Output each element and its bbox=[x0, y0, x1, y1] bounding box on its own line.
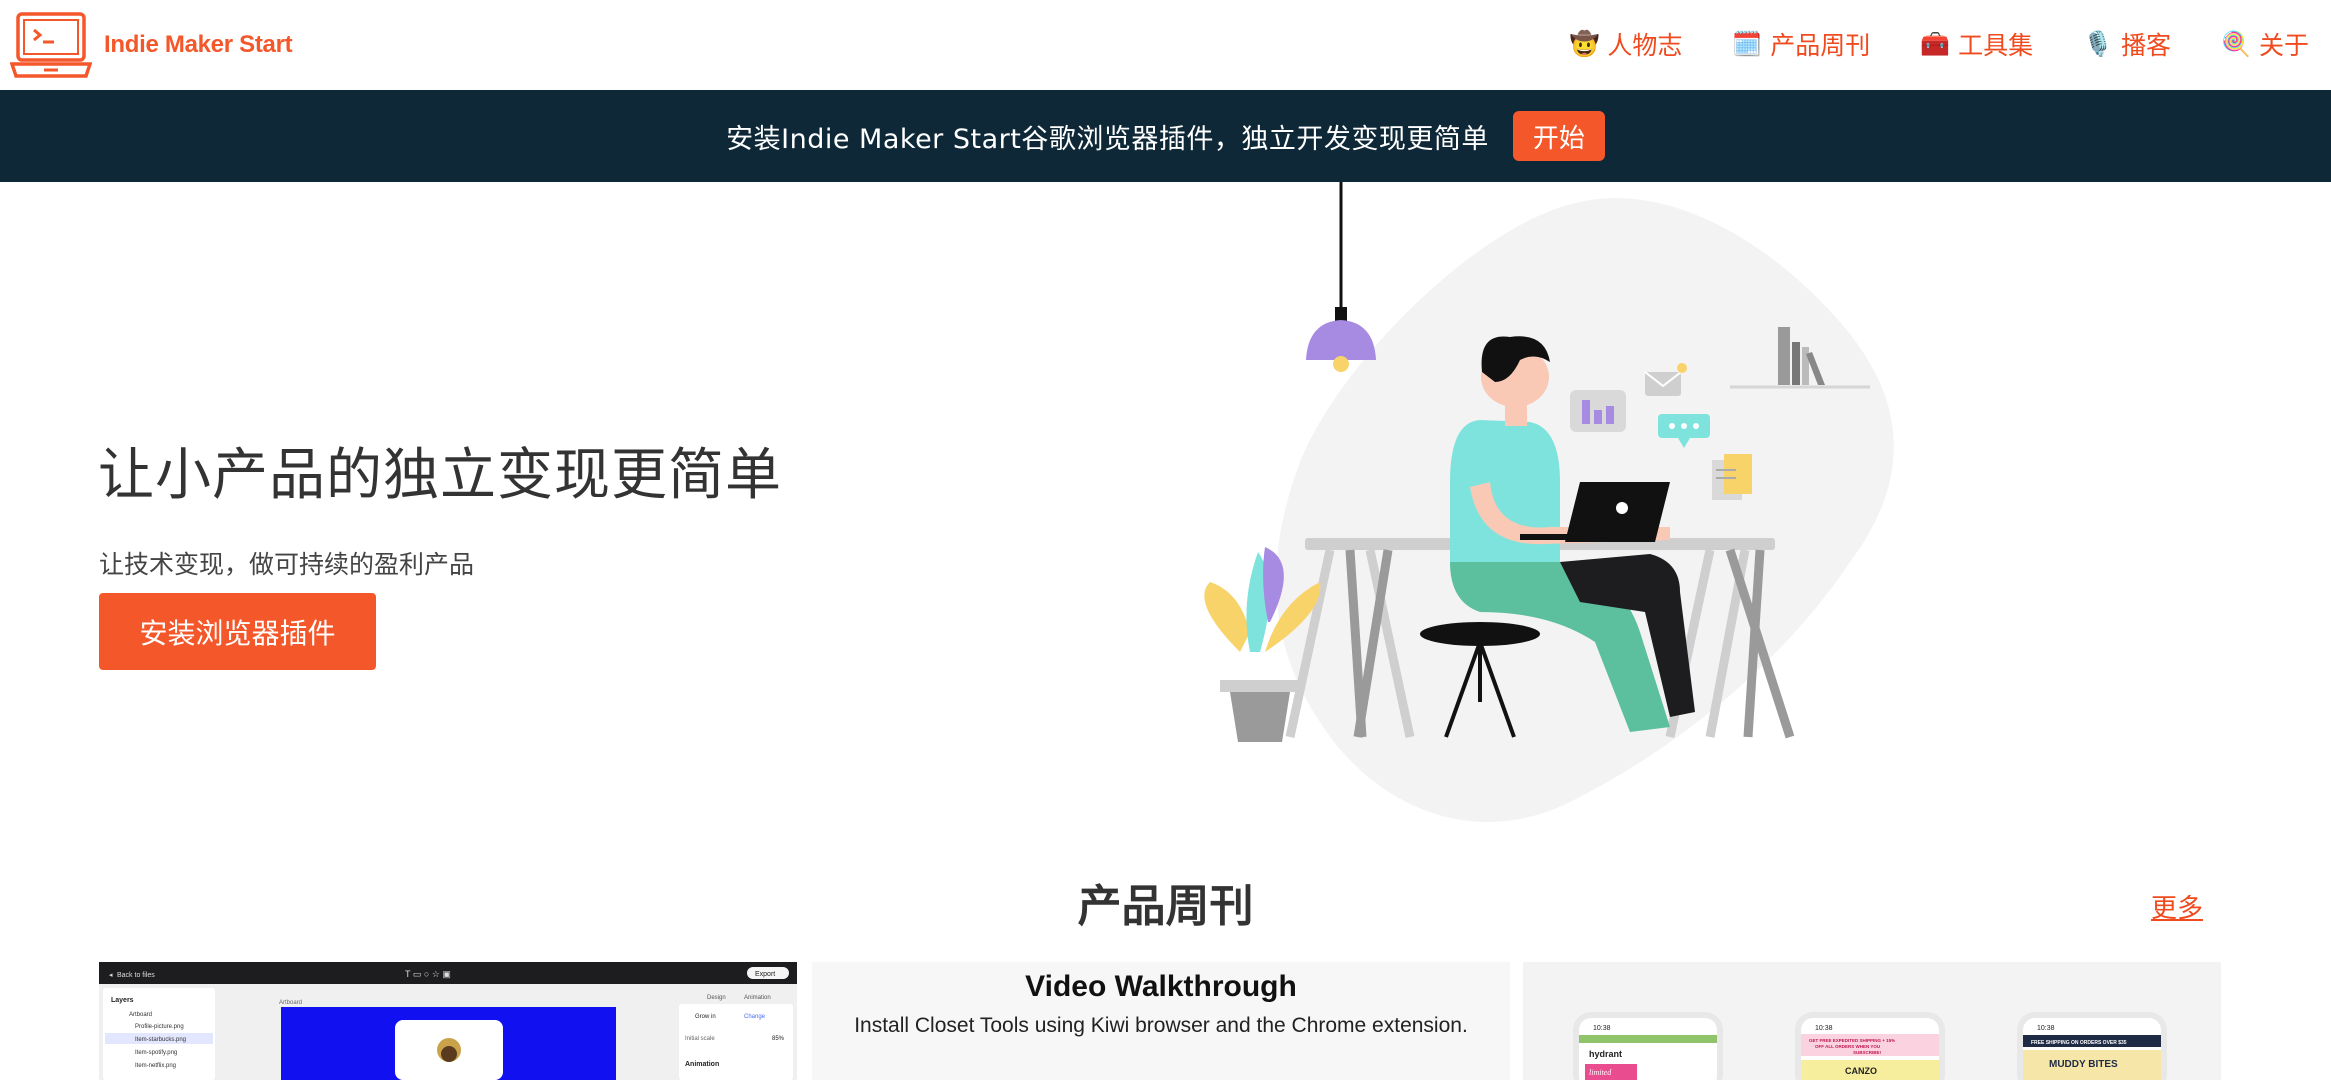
weekly-card-mobile-stores[interactable]: 10:38 hydrant limited 10:38 GET FREE EXP… bbox=[1523, 962, 2221, 1080]
nav-item-people[interactable]: 🤠 人物志 bbox=[1569, 22, 1682, 66]
person-icon: 🤠 bbox=[1569, 30, 1600, 58]
nav-item-label: 工具集 bbox=[1958, 31, 2034, 60]
svg-text:Animation: Animation bbox=[685, 1061, 719, 1068]
layer-item: Item-netflix.png bbox=[135, 1063, 176, 1069]
nav-item-about[interactable]: 🍭 关于 bbox=[2221, 22, 2309, 66]
hero-illustration bbox=[1204, 182, 1894, 822]
phone-preview: 10:38 hydrant limited bbox=[1573, 1012, 1723, 1080]
svg-text:10:38: 10:38 bbox=[1593, 1025, 1611, 1032]
svg-text:CANZO: CANZO bbox=[1845, 1066, 1877, 1076]
layer-item: Item-spotify.png bbox=[135, 1050, 177, 1056]
nav-item-label: 产品周刊 bbox=[1770, 31, 1871, 60]
nav-item-podcast[interactable]: 🎙️ 播客 bbox=[2083, 22, 2171, 66]
lollipop-icon: 🍭 bbox=[2221, 30, 2251, 58]
hero-title: 让小产品的独立变现更简单 bbox=[98, 443, 782, 508]
nav-item-label: 关于 bbox=[2258, 31, 2309, 60]
site-header: Indie Maker Start 🤠 人物志 🗓️ 产品周刊 🧰 工具集 🎙️… bbox=[0, 0, 2331, 90]
svg-text:10:38: 10:38 bbox=[2037, 1025, 2055, 1032]
export-text: Export bbox=[755, 971, 775, 978]
svg-text:OFF ALL ORDERS WHEN YOU: OFF ALL ORDERS WHEN YOU bbox=[1815, 1044, 1880, 1049]
panel-tab: Animation bbox=[744, 995, 771, 1001]
layers-title: Layers bbox=[111, 997, 134, 1004]
artboard-label: Artboard bbox=[279, 1000, 302, 1006]
layer-item: Artboard bbox=[129, 1012, 152, 1018]
lamp-shade bbox=[1306, 320, 1376, 360]
layer-item: Item-starbucks.png bbox=[135, 1037, 186, 1043]
banner-start-button[interactable]: 开始 bbox=[1512, 111, 1605, 161]
weekly-card-video-walkthrough[interactable]: Video Walkthrough Install Closet Tools u… bbox=[812, 962, 1510, 1080]
hero-subtitle: 让技术变现，做可持续的盈利产品 bbox=[99, 550, 475, 579]
banner-text: 安装Indie Maker Start谷歌浏览器插件，独立开发变现更简单 bbox=[726, 123, 1489, 155]
svg-text:MUDDY BITES: MUDDY BITES bbox=[2049, 1059, 2118, 1070]
laptop-logo-icon bbox=[10, 12, 92, 78]
nav-item-weekly[interactable]: 🗓️ 产品周刊 bbox=[1732, 22, 1870, 66]
video-walkthrough-title: Video Walkthrough bbox=[1025, 970, 1297, 1003]
back-to-files-text: Back to files bbox=[117, 972, 155, 979]
svg-text:10:38: 10:38 bbox=[1815, 1025, 1833, 1032]
video-walkthrough-subtitle: Install Closet Tools using Kiwi browser … bbox=[854, 1014, 1468, 1037]
svg-text:Change: Change bbox=[744, 1014, 766, 1020]
mobile-stores-screenshot: 10:38 hydrant limited 10:38 GET FREE EXP… bbox=[1573, 1012, 2167, 1080]
panel-tab: Design bbox=[707, 995, 726, 1001]
svg-text:SUBSCRIBE!: SUBSCRIBE! bbox=[1853, 1050, 1882, 1055]
svg-text:◂: ◂ bbox=[109, 972, 113, 979]
main-nav: 🤠 人物志 🗓️ 产品周刊 🧰 工具集 🎙️ 播客 🍭 关于 bbox=[1569, 22, 2309, 66]
weekly-card-design-tool[interactable]: ◂ Back to files T ▭ ○ ☆ ▣ Export Layers … bbox=[99, 962, 797, 1080]
svg-text:85%: 85% bbox=[772, 1036, 785, 1042]
install-extension-button[interactable]: 安装浏览器插件 bbox=[99, 593, 376, 670]
microphone-icon: 🎙️ bbox=[2083, 30, 2114, 58]
phone-preview: 10:38 FREE SHIPPING ON ORDERS OVER $35 M… bbox=[2017, 1012, 2167, 1080]
svg-text:GET FREE EXPEDITED SHIPPING +: GET FREE EXPEDITED SHIPPING + 15% bbox=[1809, 1038, 1895, 1043]
logo-text: Indie Maker Start bbox=[104, 31, 293, 58]
design-tool-screenshot: ◂ Back to files T ▭ ○ ☆ ▣ Export Layers … bbox=[99, 962, 797, 1080]
calendar-icon: 🗓️ bbox=[1732, 30, 1763, 58]
svg-text:Grow in: Grow in bbox=[695, 1014, 716, 1020]
svg-text:T ▭ ○ ☆ ▣: T ▭ ○ ☆ ▣ bbox=[405, 969, 451, 979]
nav-item-label: 播客 bbox=[2121, 31, 2172, 60]
layer-item: Profile-picture.png bbox=[135, 1024, 184, 1030]
svg-text:hydrant: hydrant bbox=[1589, 1049, 1622, 1059]
toolbox-icon: 🧰 bbox=[1920, 30, 1951, 58]
phone-preview: 10:38 GET FREE EXPEDITED SHIPPING + 15% … bbox=[1795, 1012, 1945, 1080]
weekly-more-link[interactable]: 更多 bbox=[2151, 888, 2203, 925]
install-extension-banner: 安装Indie Maker Start谷歌浏览器插件，独立开发变现更简单 开始 bbox=[0, 90, 2331, 182]
svg-text:limited: limited bbox=[1589, 1068, 1612, 1077]
nav-item-tools[interactable]: 🧰 工具集 bbox=[1920, 22, 2033, 66]
nav-item-label: 人物志 bbox=[1607, 31, 1683, 60]
svg-text:Initial scale: Initial scale bbox=[685, 1036, 715, 1042]
weekly-section-title: 产品周刊 bbox=[1077, 881, 1254, 932]
svg-text:FREE SHIPPING ON ORDERS OVER $: FREE SHIPPING ON ORDERS OVER $35 bbox=[2031, 1040, 2127, 1046]
logo-link[interactable]: Indie Maker Start bbox=[10, 10, 293, 80]
